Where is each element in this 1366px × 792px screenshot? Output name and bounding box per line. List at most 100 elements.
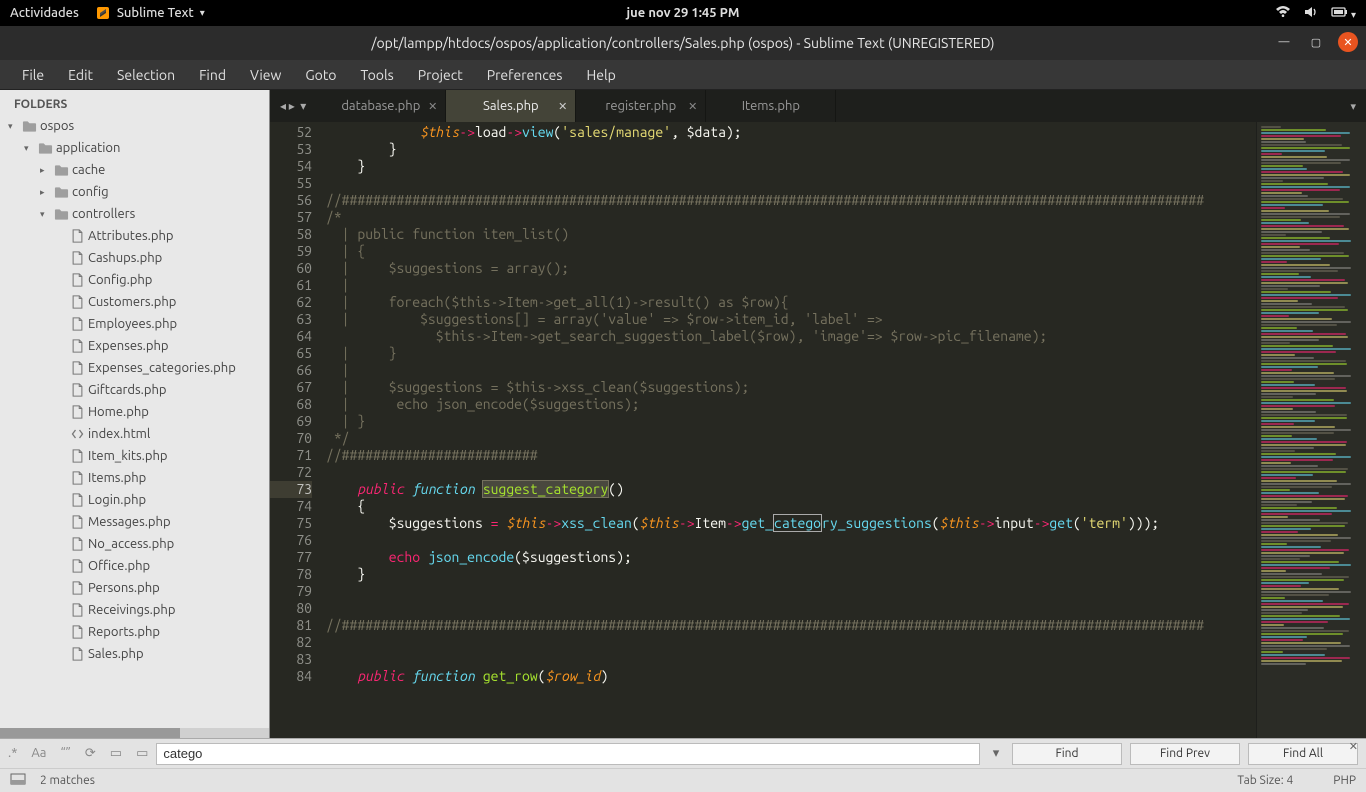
minimize-button[interactable]: —: [1274, 32, 1294, 52]
statusbar: 2 matches Tab Size: 4 PHP: [0, 768, 1366, 792]
tab-label: register.php: [605, 99, 676, 113]
file-item[interactable]: Reports.php: [0, 621, 269, 643]
file-item[interactable]: Giftcards.php: [0, 379, 269, 401]
window-titlebar: /opt/lampp/htdocs/ospos/application/cont…: [0, 26, 1366, 60]
file-icon: [68, 405, 86, 419]
status-tabsize[interactable]: Tab Size: 4: [1237, 774, 1293, 787]
file-item[interactable]: index.html: [0, 423, 269, 445]
menu-tools[interactable]: Tools: [349, 67, 406, 83]
volume-icon[interactable]: [1303, 5, 1319, 22]
tab[interactable]: register.php ✕: [576, 90, 706, 122]
menu-preferences[interactable]: Preferences: [475, 67, 575, 83]
findbar: .* Aa “” ⟳ ▭ ▭ ▾ Find Find Prev Find All…: [0, 738, 1366, 768]
wifi-icon[interactable]: [1275, 5, 1291, 22]
file-item[interactable]: Expenses_categories.php: [0, 357, 269, 379]
tabbar: ◂ ▸ ▾ database.php✕Sales.php✕register.ph…: [270, 90, 1366, 122]
file-item[interactable]: Customers.php: [0, 291, 269, 313]
file-icon: [68, 229, 86, 243]
maximize-button[interactable]: ▢: [1306, 32, 1326, 52]
file-item[interactable]: Persons.php: [0, 577, 269, 599]
folder-item[interactable]: ▾ospos: [0, 115, 269, 137]
file-item[interactable]: Messages.php: [0, 511, 269, 533]
find-history[interactable]: ▾: [988, 746, 1004, 761]
menu-find[interactable]: Find: [187, 67, 238, 83]
file-icon: [68, 537, 86, 551]
activities-button[interactable]: Actividades: [10, 6, 79, 20]
tab-close-icon[interactable]: ✕: [428, 100, 437, 113]
tree-label: Expenses_categories.php: [88, 361, 236, 375]
file-icon: [68, 361, 86, 375]
tab-label: Sales.php: [483, 99, 539, 113]
file-item[interactable]: No_access.php: [0, 533, 269, 555]
tree-label: Expenses.php: [88, 339, 168, 353]
file-icon: [68, 273, 86, 287]
menu-selection[interactable]: Selection: [105, 67, 187, 83]
file-item[interactable]: Config.php: [0, 269, 269, 291]
file-item[interactable]: Attributes.php: [0, 225, 269, 247]
folder-item[interactable]: ▾controllers: [0, 203, 269, 225]
find-all-button[interactable]: Find All: [1248, 743, 1358, 765]
app-indicator[interactable]: Sublime Text: [95, 5, 205, 21]
find-button[interactable]: Find: [1012, 743, 1122, 765]
tab-label: database.php: [341, 99, 420, 113]
gutter: 5253545556575859606162636465666768697071…: [270, 122, 324, 738]
minimap[interactable]: [1256, 122, 1366, 738]
file-icon: [68, 581, 86, 595]
case-toggle[interactable]: Aa: [31, 746, 46, 761]
file-item[interactable]: Login.php: [0, 489, 269, 511]
file-item[interactable]: Receivings.php: [0, 599, 269, 621]
wholeword-toggle[interactable]: “”: [61, 746, 71, 761]
sidebar-hscroll[interactable]: [0, 728, 269, 738]
menu-edit[interactable]: Edit: [56, 67, 105, 83]
sidebar: FOLDERS ▾ospos▾application▸cache▸config▾…: [0, 90, 270, 738]
menu-help[interactable]: Help: [574, 67, 627, 83]
tab-nav[interactable]: ◂ ▸ ▾: [270, 90, 316, 122]
tree-label: Reports.php: [88, 625, 160, 639]
file-icon: [68, 317, 86, 331]
tree-label: config: [72, 185, 109, 199]
tab-close-icon[interactable]: ✕: [688, 100, 697, 113]
folder-icon: [36, 141, 54, 155]
battery-icon[interactable]: [1331, 6, 1356, 21]
code-icon: [68, 427, 86, 441]
clock[interactable]: jue nov 29 1:45 PM: [627, 6, 740, 20]
menu-view[interactable]: View: [238, 67, 293, 83]
close-button[interactable]: ✕: [1338, 32, 1358, 52]
folder-icon: [20, 119, 38, 133]
menu-goto[interactable]: Goto: [293, 67, 348, 83]
file-item[interactable]: Home.php: [0, 401, 269, 423]
folder-item[interactable]: ▸cache: [0, 159, 269, 181]
find-input[interactable]: [156, 743, 980, 765]
file-item[interactable]: Cashups.php: [0, 247, 269, 269]
file-icon: [68, 647, 86, 661]
highlight-toggle[interactable]: ▭: [136, 746, 148, 761]
tab[interactable]: Items.php: [706, 90, 836, 122]
menu-file[interactable]: File: [10, 67, 56, 83]
code-editor[interactable]: $this->load->view('sales/manage', $data)…: [324, 122, 1256, 738]
file-icon: [68, 449, 86, 463]
regex-toggle[interactable]: .*: [8, 746, 17, 761]
tab[interactable]: Sales.php ✕: [446, 90, 576, 122]
file-icon: [68, 625, 86, 639]
file-item[interactable]: Employees.php: [0, 313, 269, 335]
file-item[interactable]: Office.php: [0, 555, 269, 577]
file-icon: [68, 471, 86, 485]
file-item[interactable]: Sales.php: [0, 643, 269, 665]
find-close[interactable]: ✕: [1345, 738, 1362, 755]
file-item[interactable]: Expenses.php: [0, 335, 269, 357]
wrap-toggle[interactable]: ⟳: [85, 746, 96, 761]
inselection-toggle[interactable]: ▭: [110, 746, 122, 761]
status-language[interactable]: PHP: [1333, 774, 1356, 787]
panel-switcher-icon[interactable]: [10, 773, 26, 788]
file-icon: [68, 493, 86, 507]
menu-project[interactable]: Project: [406, 67, 475, 83]
tab-overflow[interactable]: ▾: [1340, 90, 1366, 122]
folder-item[interactable]: ▸config: [0, 181, 269, 203]
tab[interactable]: database.php ✕: [316, 90, 446, 122]
tab-close-icon[interactable]: ✕: [558, 100, 567, 113]
file-item[interactable]: Items.php: [0, 467, 269, 489]
folder-item[interactable]: ▾application: [0, 137, 269, 159]
find-prev-button[interactable]: Find Prev: [1130, 743, 1240, 765]
file-item[interactable]: Item_kits.php: [0, 445, 269, 467]
folder-tree: ▾ospos▾application▸cache▸config▾controll…: [0, 115, 269, 669]
